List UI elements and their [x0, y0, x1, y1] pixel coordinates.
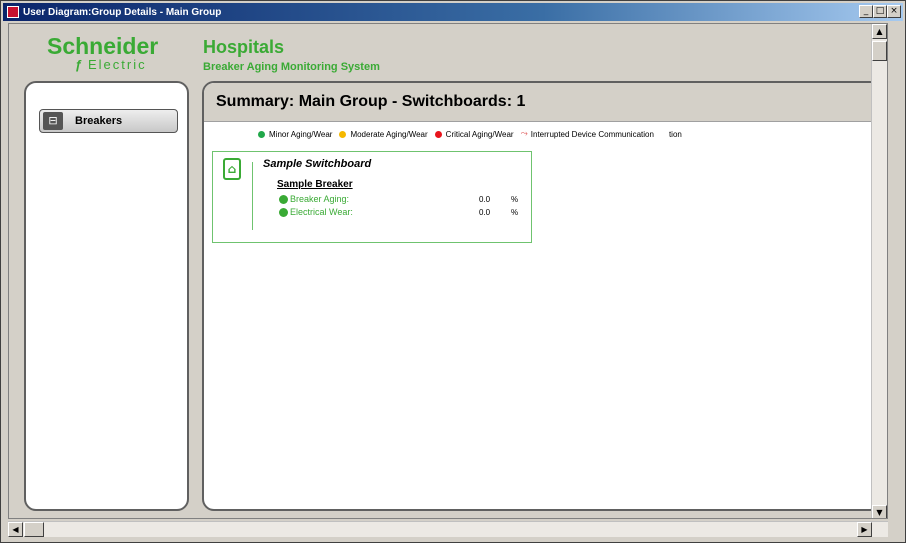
legend-extra: tion [668, 129, 682, 139]
red-dot-icon [434, 130, 442, 138]
summary-header: Summary: Main Group - Switchboards: 1 [204, 83, 880, 122]
schneider-logo: Schneider ƒ Electric [47, 34, 177, 72]
metric-unit: % [511, 194, 519, 204]
metric-unit: % [511, 207, 519, 217]
close-button[interactable]: × [887, 5, 901, 18]
scroll-right-icon[interactable]: ▶ [857, 522, 872, 537]
app-title: Hospitals [203, 37, 285, 57]
metric-row-wear: Electrical Wear: 0.0 % [279, 206, 529, 218]
app-window: User Diagram:Group Details - Main Group … [0, 0, 906, 543]
header: Schneider ƒ Electric Hospitals Breaker Ag… [9, 24, 887, 76]
window-title: User Diagram:Group Details - Main Group [23, 6, 222, 18]
electric-logo-icon: ƒ [75, 57, 83, 72]
legend-item-critical: Critical Aging/Wear [434, 130, 514, 139]
brand-name: Schneider [47, 33, 159, 59]
client-area: Schneider ƒ Electric Hospitals Breaker Ag… [8, 23, 888, 519]
window-controls: _ □ × [859, 5, 901, 18]
app-title-block: Hospitals Breaker Aging Monitoring Syste… [203, 37, 380, 73]
minimize-button[interactable]: _ [859, 5, 873, 18]
switchboard-name[interactable]: Sample Switchboard [263, 158, 371, 170]
breaker-icon: ⊟ [43, 112, 63, 130]
scroll-down-icon[interactable]: ▼ [872, 505, 887, 518]
brand-sub: Electric [88, 57, 147, 72]
summary-title: Summary: Main Group - Switchboards: 1 [216, 93, 526, 110]
metric-value: 0.0 [479, 207, 491, 217]
scroll-up-icon[interactable]: ▲ [872, 24, 887, 39]
sidebar-item-breakers[interactable]: ⊟ Breakers [39, 109, 178, 133]
yellow-dot-icon [339, 130, 347, 138]
legend-item-minor: Minor Aging/Wear [258, 130, 332, 139]
vertical-scroll-thumb[interactable] [872, 41, 887, 61]
sidebar-item-label: Breakers [75, 115, 123, 127]
broken-link-icon: ⤳ [520, 129, 528, 139]
scroll-left-icon[interactable]: ◀ [8, 522, 23, 537]
green-dot-icon [279, 207, 288, 217]
metric-label: Breaker Aging: [290, 194, 350, 204]
legend-item-interrupted: ⤳ Interrupted Device Communication [520, 129, 654, 139]
green-dot-icon [279, 194, 288, 204]
app-icon [7, 6, 19, 18]
sidebar: ⊟ Breakers [24, 81, 189, 511]
breaker-name[interactable]: Sample Breaker [277, 179, 353, 190]
legend: Minor Aging/Wear Moderate Aging/Wear Cri… [204, 127, 880, 141]
card-divider [252, 162, 253, 230]
switchboard-card[interactable]: ⌂ Sample Switchboard Sample Breaker Brea… [212, 151, 532, 243]
maximize-button[interactable]: □ [873, 5, 887, 18]
horizontal-scroll-thumb[interactable] [24, 522, 44, 537]
switchboard-icon: ⌂ [223, 158, 241, 180]
vertical-scrollbar[interactable]: ▲ ▼ [871, 24, 887, 518]
green-dot-icon [258, 130, 265, 138]
legend-item-moderate: Moderate Aging/Wear [339, 130, 428, 139]
metric-row-aging: Breaker Aging: 0.0 % [279, 193, 529, 205]
main-panel: Summary: Main Group - Switchboards: 1 Mi… [202, 81, 882, 511]
metric-label: Electrical Wear: [290, 207, 353, 217]
metric-value: 0.0 [479, 194, 491, 204]
app-subtitle: Breaker Aging Monitoring System [203, 61, 380, 73]
horizontal-scrollbar[interactable]: ◀ ▶ [8, 521, 888, 537]
title-bar[interactable]: User Diagram:Group Details - Main Group … [3, 3, 903, 21]
